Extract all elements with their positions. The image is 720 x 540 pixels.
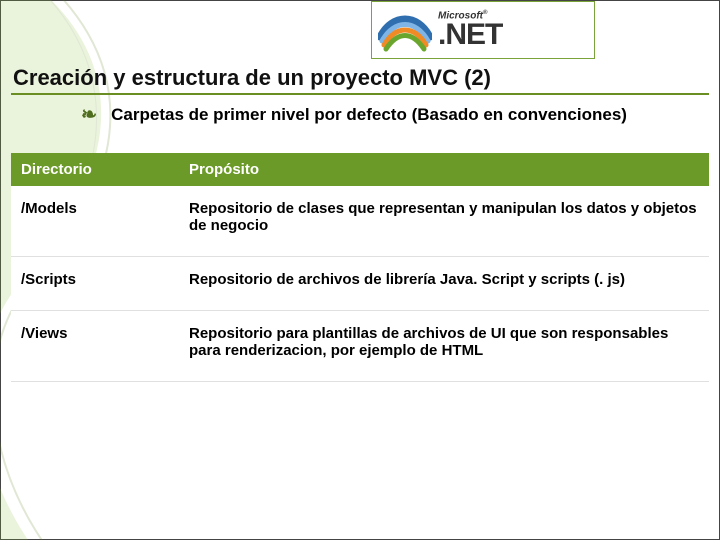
col-header-purpose: Propósito [179, 153, 709, 186]
leaf-bullet-icon: ☙ [81, 104, 97, 124]
dotnet-logo-text: Microsoft® .NET [438, 10, 502, 49]
cell-directory: /Scripts [11, 257, 179, 311]
dotnet-swoosh-icon [378, 7, 432, 53]
table-row: /Views Repositorio para plantillas de ar… [11, 311, 709, 382]
title-underline [11, 93, 709, 95]
cell-directory: /Models [11, 186, 179, 257]
slide-title: Creación y estructura de un proyecto MVC… [13, 65, 491, 91]
table-row: /Scripts Repositorio de archivos de libr… [11, 257, 709, 311]
dotnet-logo: Microsoft® .NET [371, 1, 595, 59]
col-header-directory: Directorio [11, 153, 179, 186]
logo-product: .NET [438, 20, 502, 50]
slide: Microsoft® .NET Creación y estructura de… [0, 0, 720, 540]
folders-table: Directorio Propósito /Models Repositorio… [11, 153, 709, 382]
bullet-item: ☙ Carpetas de primer nivel por defecto (… [81, 105, 641, 126]
bullet-text: Carpetas de primer nivel por defecto (Ba… [111, 105, 627, 126]
table-header-row: Directorio Propósito [11, 153, 709, 186]
cell-purpose: Repositorio de archivos de librería Java… [179, 257, 709, 311]
cell-purpose: Repositorio para plantillas de archivos … [179, 311, 709, 382]
logo-reg: ® [483, 10, 487, 16]
table-row: /Models Repositorio de clases que repres… [11, 186, 709, 257]
cell-directory: /Views [11, 311, 179, 382]
cell-purpose: Repositorio de clases que representan y … [179, 186, 709, 257]
